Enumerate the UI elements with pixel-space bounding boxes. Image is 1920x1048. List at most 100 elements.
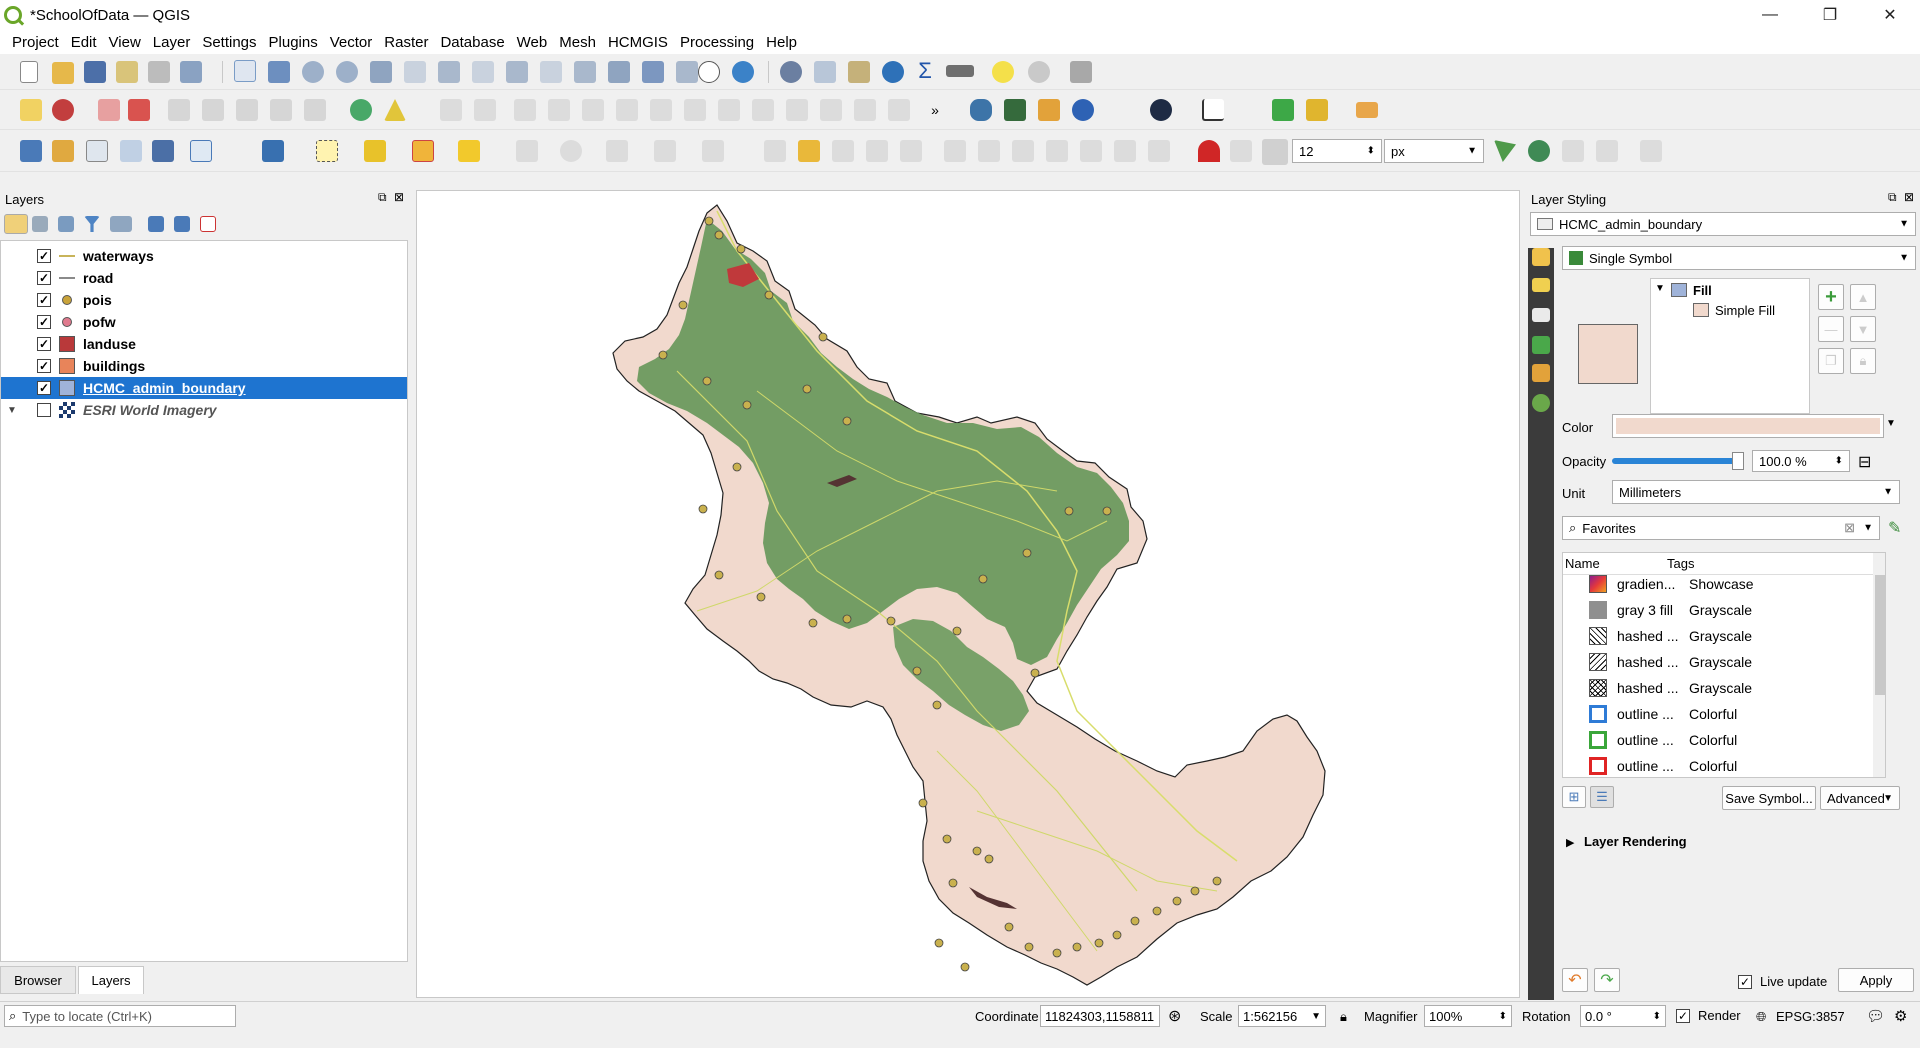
layer-visibility-checkbox[interactable] (37, 403, 51, 417)
style-manager-icon[interactable]: ✎ (1888, 518, 1901, 538)
color-menu-icon[interactable]: ▼ (1886, 418, 1896, 429)
snap-unit-select[interactable]: px ▼ (1384, 139, 1484, 163)
data-source-manager-icon[interactable] (20, 140, 42, 162)
georeferencer-icon[interactable] (350, 99, 372, 121)
tab-browser[interactable]: Browser (0, 966, 76, 994)
symbology-tab-icon[interactable] (1532, 248, 1550, 266)
processing-toolbox-icon[interactable] (882, 61, 904, 83)
coordinate-field[interactable]: 11824303,1158811 (1040, 1005, 1160, 1027)
add-vector-icon[interactable] (86, 140, 108, 162)
menu-project[interactable]: Project (6, 34, 65, 51)
select-features-icon[interactable] (316, 140, 338, 162)
plugin-icon[interactable] (1004, 99, 1026, 121)
menu-settings[interactable]: Settings (196, 34, 262, 51)
globe-icon[interactable] (1150, 99, 1172, 121)
tree-simple-fill-item[interactable]: Simple Fill (1715, 303, 1775, 318)
messages-icon[interactable]: 💬︎ (1866, 1007, 1885, 1025)
opacity-slider[interactable] (1612, 458, 1738, 464)
tags-column-header[interactable]: Tags (1667, 556, 1694, 571)
measure-icon[interactable] (946, 65, 974, 77)
layer-visibility-checkbox[interactable]: ✓ (37, 271, 51, 285)
styling-close-icon[interactable]: ⊠ (1904, 190, 1914, 204)
undo-style-button[interactable]: ↶ (1562, 968, 1588, 992)
diagrams-tab-icon[interactable] (1532, 364, 1550, 382)
pin-label-icon[interactable] (98, 99, 120, 121)
layer-rendering-expand-icon[interactable]: ▶ (1566, 836, 1574, 849)
print-layout-icon[interactable] (116, 61, 138, 83)
snap-tolerance-input[interactable]: 12 ⬍ (1292, 139, 1382, 163)
move-label-icon[interactable] (168, 99, 190, 121)
expand-all-icon[interactable] (148, 216, 164, 232)
dock-float-icon[interactable]: ⧉ (378, 190, 387, 205)
show-bookmarks-icon[interactable] (676, 61, 698, 83)
rotate-label-icon[interactable] (202, 99, 224, 121)
masks-tab-icon[interactable] (1532, 308, 1550, 322)
menu-view[interactable]: View (103, 34, 147, 51)
zoom-next-icon[interactable] (540, 61, 562, 83)
opacity-slider-handle[interactable] (1732, 452, 1744, 470)
minimize-button[interactable]: — (1740, 0, 1800, 30)
new-3d-view-icon[interactable] (608, 61, 630, 83)
layer-visibility-checkbox[interactable]: ✓ (37, 315, 51, 329)
bookmark-icon[interactable] (642, 61, 664, 83)
manage-themes-icon[interactable] (58, 216, 74, 232)
symbol-search-input[interactable]: ⌕ Favorites ⊠ ▼ (1562, 516, 1880, 540)
pan-to-selection-icon[interactable] (268, 61, 290, 83)
clear-search-icon[interactable]: ⊠ (1844, 520, 1855, 536)
layer-visibility-checkbox[interactable]: ✓ (37, 359, 51, 373)
layer-row[interactable]: ✓ pois (1, 289, 407, 311)
history-tab-icon[interactable] (1532, 394, 1550, 412)
menu-vector[interactable]: Vector (324, 34, 379, 51)
3d-view-tab-icon[interactable] (1532, 336, 1550, 354)
network-icon[interactable]: ⚙ (1894, 1007, 1907, 1025)
filter-legend-icon[interactable] (84, 216, 100, 232)
plugin-tool-icon[interactable] (1306, 99, 1328, 121)
styling-float-icon[interactable]: ⧉ (1888, 190, 1897, 205)
open-layer-styling-icon[interactable] (4, 214, 28, 234)
symbol-list-item[interactable]: outline ... Colorful (1563, 753, 1873, 777)
save-symbol-button[interactable]: Save Symbol... (1722, 786, 1816, 810)
statistics-icon[interactable]: Σ (914, 60, 936, 82)
render-toggle[interactable]: ✓ Render (1676, 1008, 1741, 1023)
layer-expand-icon[interactable]: ▼ (7, 405, 19, 416)
label-icon[interactable] (20, 99, 42, 121)
temporal-controller-icon[interactable] (698, 61, 720, 83)
color-button[interactable] (1612, 414, 1884, 438)
menu-database[interactable]: Database (434, 34, 510, 51)
restore-button[interactable]: ❐ (1800, 0, 1860, 30)
rotation-input[interactable]: 0.0 ° ⬍ (1580, 1005, 1666, 1027)
toggle-editing-icon[interactable] (798, 140, 820, 162)
snapping-magnet-icon[interactable] (1198, 140, 1220, 162)
attribute-table-icon[interactable] (814, 61, 836, 83)
unit-select[interactable]: Millimeters ▼ (1612, 480, 1900, 504)
name-column-header[interactable]: Name (1565, 556, 1600, 571)
undo-plugin-icon[interactable] (1072, 99, 1094, 121)
renderer-select[interactable]: Single Symbol ▼ (1562, 246, 1916, 270)
advanced-button[interactable]: Advanced ▼ (1820, 786, 1900, 810)
layer-row[interactable]: ✓ road (1, 267, 407, 289)
symbol-list-item[interactable]: outline ... Colorful (1563, 727, 1873, 753)
filter-expression-icon[interactable] (110, 216, 132, 232)
menu-plugins[interactable]: Plugins (263, 34, 324, 51)
layer-row[interactable]: ✓ buildings (1, 355, 407, 377)
close-button[interactable]: ✕ (1860, 0, 1920, 30)
text-annotation-icon[interactable] (1070, 61, 1092, 83)
menu-raster[interactable]: Raster (378, 34, 434, 51)
symbol-list-item[interactable]: hashed ... Grayscale (1563, 649, 1873, 675)
menu-hcmgis[interactable]: HCMGIS (602, 34, 674, 51)
save-project-icon[interactable] (84, 61, 106, 83)
lock-scale-icon[interactable]: 🔒︎ (1340, 1009, 1347, 1025)
more-tools-icon[interactable]: » (928, 101, 942, 123)
attribute-selection-icon[interactable] (364, 140, 386, 162)
scale-select[interactable]: 1:562156 ▼ (1238, 1005, 1326, 1027)
label-toggle-icon[interactable] (270, 99, 292, 121)
menu-edit[interactable]: Edit (65, 34, 103, 51)
layer-row[interactable]: ✓ pofw (1, 311, 407, 333)
toggle-extents-icon[interactable]: ⊛ (1168, 1006, 1181, 1026)
profile-tool-icon[interactable] (1202, 99, 1224, 121)
triangle-tool-icon[interactable] (384, 99, 406, 121)
icon-view-button[interactable]: ⊞ (1562, 786, 1586, 808)
menu-web[interactable]: Web (511, 34, 554, 51)
layer-row[interactable]: ▼ ESRI World Imagery (1, 399, 407, 421)
collapse-all-icon[interactable] (174, 216, 190, 232)
